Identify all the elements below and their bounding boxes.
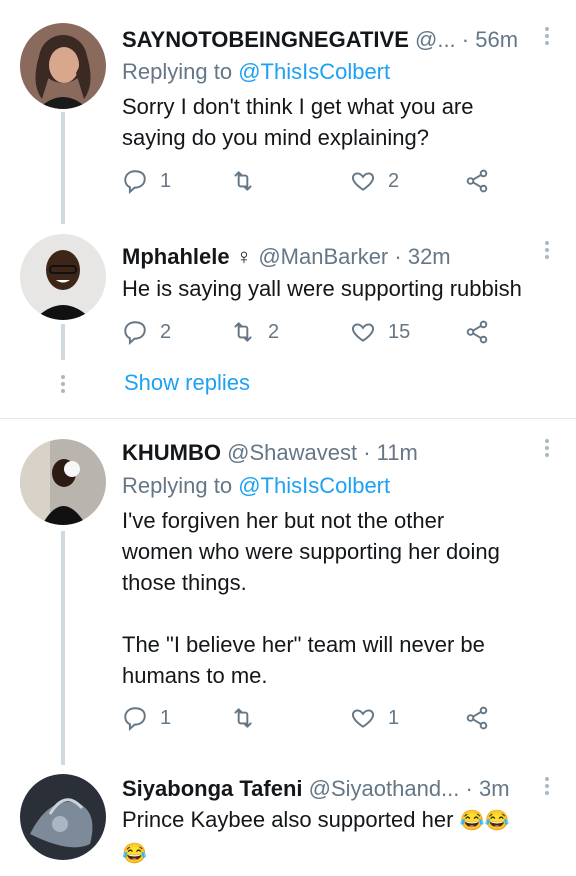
share-button[interactable] [464,705,490,731]
tweet-4[interactable]: Siyabonga Tafeni @Siyaothand... · 3m Pri… [0,765,576,876]
replying-to: Replying to @ThisIsColbert [122,59,390,85]
tweet-actions: 1 2 [122,168,562,200]
retweet-button[interactable]: 2 [230,319,279,345]
text-line: The "I believe her" team will never be [122,632,485,657]
text-line: 😂 [122,837,556,870]
user-handle[interactable]: @ManBarker [258,244,388,269]
like-button[interactable]: 15 [350,319,410,345]
like-count: 15 [388,320,411,343]
reply-icon [124,170,146,194]
thread-line [61,112,65,224]
avatar[interactable] [20,774,106,860]
reply-button[interactable]: 2 [122,319,171,345]
retweet-icon [234,171,252,191]
heart-icon [352,709,374,728]
replying-to: Replying to @ThisIsColbert [122,473,390,499]
show-replies-link[interactable]: Show replies [124,370,250,396]
like-button[interactable]: 1 [350,705,399,731]
tweet-text: Prince Kaybee also supported her 😂😂 😂 [122,804,556,870]
tweet-3[interactable]: KHUMBO @Shawavest · 11m Replying to @Thi… [0,419,576,765]
tweet-header: Mphahlele ♀ @ManBarker · 32m [122,244,536,270]
text-line: He is saying yall were supporting rubbis… [122,276,522,301]
timestamp[interactable]: · 32m [394,244,450,269]
share-icon [466,706,488,730]
text-line: Sorry I don't think I get what you are [122,94,474,119]
tweet-1[interactable]: SAYNOTOBEINGNEGATIVE @... · 56m Replying… [0,0,576,224]
heart-icon [352,323,374,342]
more-vertical-icon[interactable] [542,238,552,262]
more-vertical-icon[interactable] [542,24,552,48]
reply-count: 1 [160,706,172,729]
retweet-button[interactable] [230,705,268,731]
user-handle[interactable]: @Siyaothand... [309,776,460,801]
text-line: women who were supporting her doing [122,539,500,564]
avatar[interactable] [20,23,106,109]
avatar[interactable] [20,234,106,320]
timestamp[interactable]: · 11m [363,440,418,465]
reply-button[interactable]: 1 [122,168,171,194]
heart-icon [352,172,374,191]
avatar[interactable] [20,439,106,525]
like-button[interactable]: 2 [350,168,399,194]
retweet-button[interactable] [230,168,268,194]
name-symbol: ♀ [235,244,253,269]
retweet-count: 2 [268,320,280,343]
more-vertical-icon[interactable] [542,774,552,798]
share-icon [466,169,488,193]
text-line: those things. [122,570,247,595]
timestamp[interactable]: · 3m [466,776,510,801]
tweet-header: Siyabonga Tafeni @Siyaothand... · 3m [122,776,536,802]
display-name[interactable]: KHUMBO [122,440,221,465]
laughing-emoji: 😂 [122,843,147,865]
tweet-header: KHUMBO @Shawavest · 11m [122,440,536,466]
thread-line [61,324,65,360]
share-button[interactable] [464,319,490,345]
display-name[interactable]: Mphahlele [122,244,230,269]
tweet-actions: 1 1 [122,705,562,737]
tweet-text: I've forgiven her but not the other wome… [122,505,556,691]
display-name[interactable]: SAYNOTOBEINGNEGATIVE [122,27,409,52]
reply-count: 2 [160,320,172,343]
tweet-actions: 2 2 15 [122,319,562,351]
share-button[interactable] [464,168,490,194]
tweet-text: He is saying yall were supporting rubbis… [122,273,556,304]
user-handle[interactable]: @... [415,27,456,52]
thread-line [61,531,65,765]
mention-link[interactable]: @ThisIsColbert [238,59,390,84]
text-line: humans to me. [122,663,268,688]
text-line: Prince Kaybee also supported her 😂😂 [122,804,556,837]
mention-link[interactable]: @ThisIsColbert [238,473,390,498]
tweet-text: Sorry I don't think I get what you are s… [122,91,556,153]
replying-label: Replying to [122,473,239,498]
laughing-emoji: 😂😂 [459,810,510,832]
retweet-icon [234,322,252,342]
thread-ellipsis-icon [61,372,65,396]
text-segment: Prince Kaybee also supported her [122,807,454,832]
retweet-icon [234,708,252,728]
reply-count: 1 [160,169,172,192]
timestamp[interactable]: · 56m [462,27,518,52]
reply-icon [124,321,146,345]
text-line-blank [122,598,556,629]
share-icon [466,320,488,344]
tweet-2[interactable]: Mphahlele ♀ @ManBarker · 32m He is sayin… [0,224,576,418]
reply-button[interactable]: 1 [122,705,171,731]
text-line: saying do you mind explaining? [122,125,429,150]
display-name[interactable]: Siyabonga Tafeni [122,776,303,801]
text-line: I've forgiven her but not the other [122,508,445,533]
like-count: 1 [388,706,400,729]
replying-label: Replying to [122,59,239,84]
more-vertical-icon[interactable] [542,436,552,460]
like-count: 2 [388,169,400,192]
user-handle[interactable]: @Shawavest [227,440,357,465]
reply-icon [124,707,146,731]
tweet-header: SAYNOTOBEINGNEGATIVE @... · 56m [122,27,536,53]
